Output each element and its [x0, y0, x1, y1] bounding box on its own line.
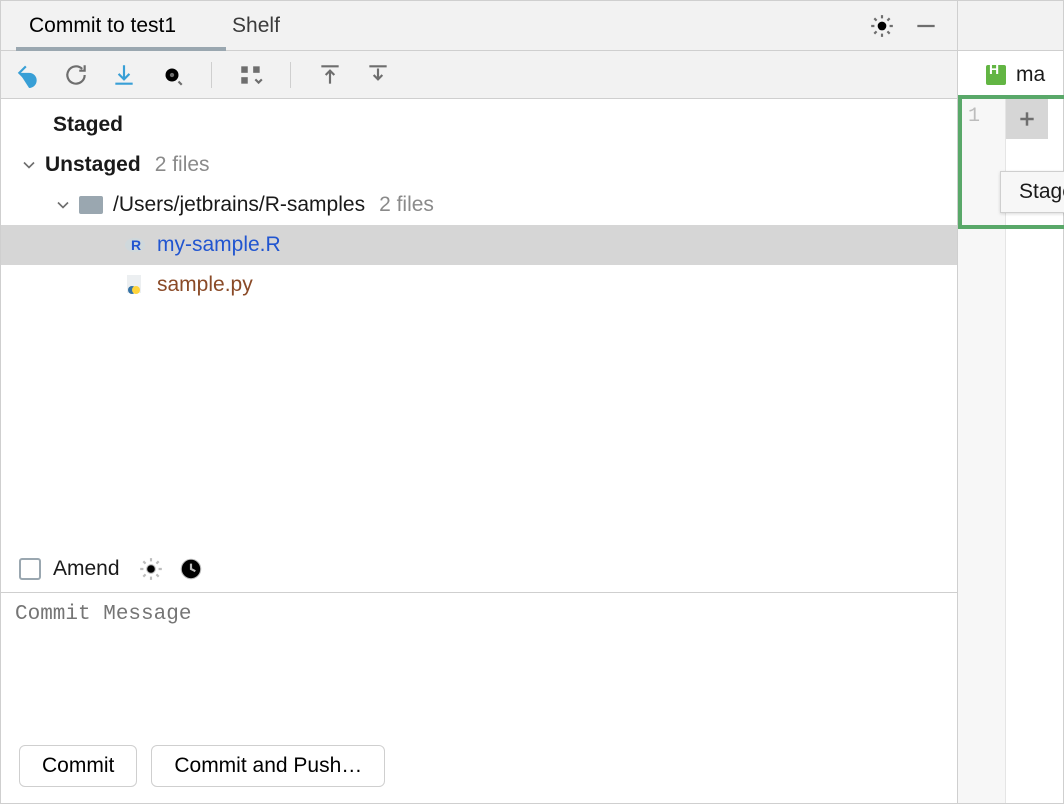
file-name: my-sample.R — [157, 233, 281, 257]
changes-tree: Staged Unstaged 2 files /Users/jetbrains… — [1, 99, 957, 544]
folder-path: /Users/jetbrains/R-samples — [113, 193, 365, 217]
stage-plus-button[interactable] — [1006, 99, 1048, 139]
amend-label: Amend — [53, 557, 120, 581]
unstaged-node[interactable]: Unstaged 2 files — [1, 145, 957, 185]
commit-message-input[interactable] — [1, 593, 957, 739]
collapse-all-icon[interactable] — [365, 62, 391, 88]
folder-count: 2 files — [379, 193, 434, 217]
svg-text:R: R — [131, 237, 141, 253]
chevron-down-icon — [19, 155, 39, 175]
breadcrumb-text: ma — [1016, 63, 1045, 87]
editor-tab-strip — [958, 1, 1063, 51]
tab-commit[interactable]: Commit to test1 — [1, 1, 204, 50]
stage-tooltip: Stage — [1000, 171, 1064, 213]
refresh-icon[interactable] — [63, 62, 89, 88]
expand-all-icon[interactable] — [317, 62, 343, 88]
show-diff-icon[interactable] — [159, 62, 185, 88]
folder-node[interactable]: /Users/jetbrains/R-samples 2 files — [1, 185, 957, 225]
chevron-down-icon — [53, 195, 73, 215]
breadcrumb-bar: ma — [958, 51, 1063, 99]
commit-button[interactable]: Commit — [19, 745, 137, 787]
tab-shelf[interactable]: Shelf — [204, 1, 308, 50]
staged-label: Staged — [53, 113, 123, 137]
gear-icon[interactable] — [869, 13, 895, 39]
amend-checkbox[interactable] — [19, 558, 41, 580]
line-number: 1 — [958, 105, 1005, 128]
editor-panel: ma 1 Stage — [958, 1, 1063, 803]
separator — [211, 62, 212, 88]
unstaged-count: 2 files — [155, 153, 210, 177]
tab-bar: Commit to test1 Shelf — [1, 1, 957, 51]
group-by-icon[interactable] — [238, 62, 264, 88]
amend-row: Amend — [1, 544, 957, 592]
gear-icon[interactable] — [138, 556, 164, 582]
editor-body[interactable]: Stage — [1006, 99, 1063, 803]
folder-icon — [79, 196, 103, 214]
staged-node[interactable]: Staged — [1, 105, 957, 145]
separator — [290, 62, 291, 88]
file-row-r[interactable]: R my-sample.R — [1, 225, 957, 265]
toolbar — [1, 51, 957, 99]
python-file-icon — [123, 273, 147, 297]
minimize-icon[interactable] — [913, 13, 939, 39]
unstaged-label: Unstaged — [45, 153, 141, 177]
history-icon[interactable] — [178, 556, 204, 582]
r-file-icon: R — [123, 233, 147, 257]
active-tab-underline — [16, 47, 226, 51]
file-row-py[interactable]: sample.py — [1, 265, 957, 305]
commit-tool-window: Commit to test1 Shelf — [1, 1, 958, 803]
download-icon[interactable] — [111, 62, 137, 88]
html-file-icon — [986, 65, 1006, 85]
line-gutter: 1 — [958, 99, 1006, 803]
file-name: sample.py — [157, 273, 253, 297]
rollback-icon[interactable] — [15, 62, 41, 88]
commit-and-push-button[interactable]: Commit and Push… — [151, 745, 385, 787]
